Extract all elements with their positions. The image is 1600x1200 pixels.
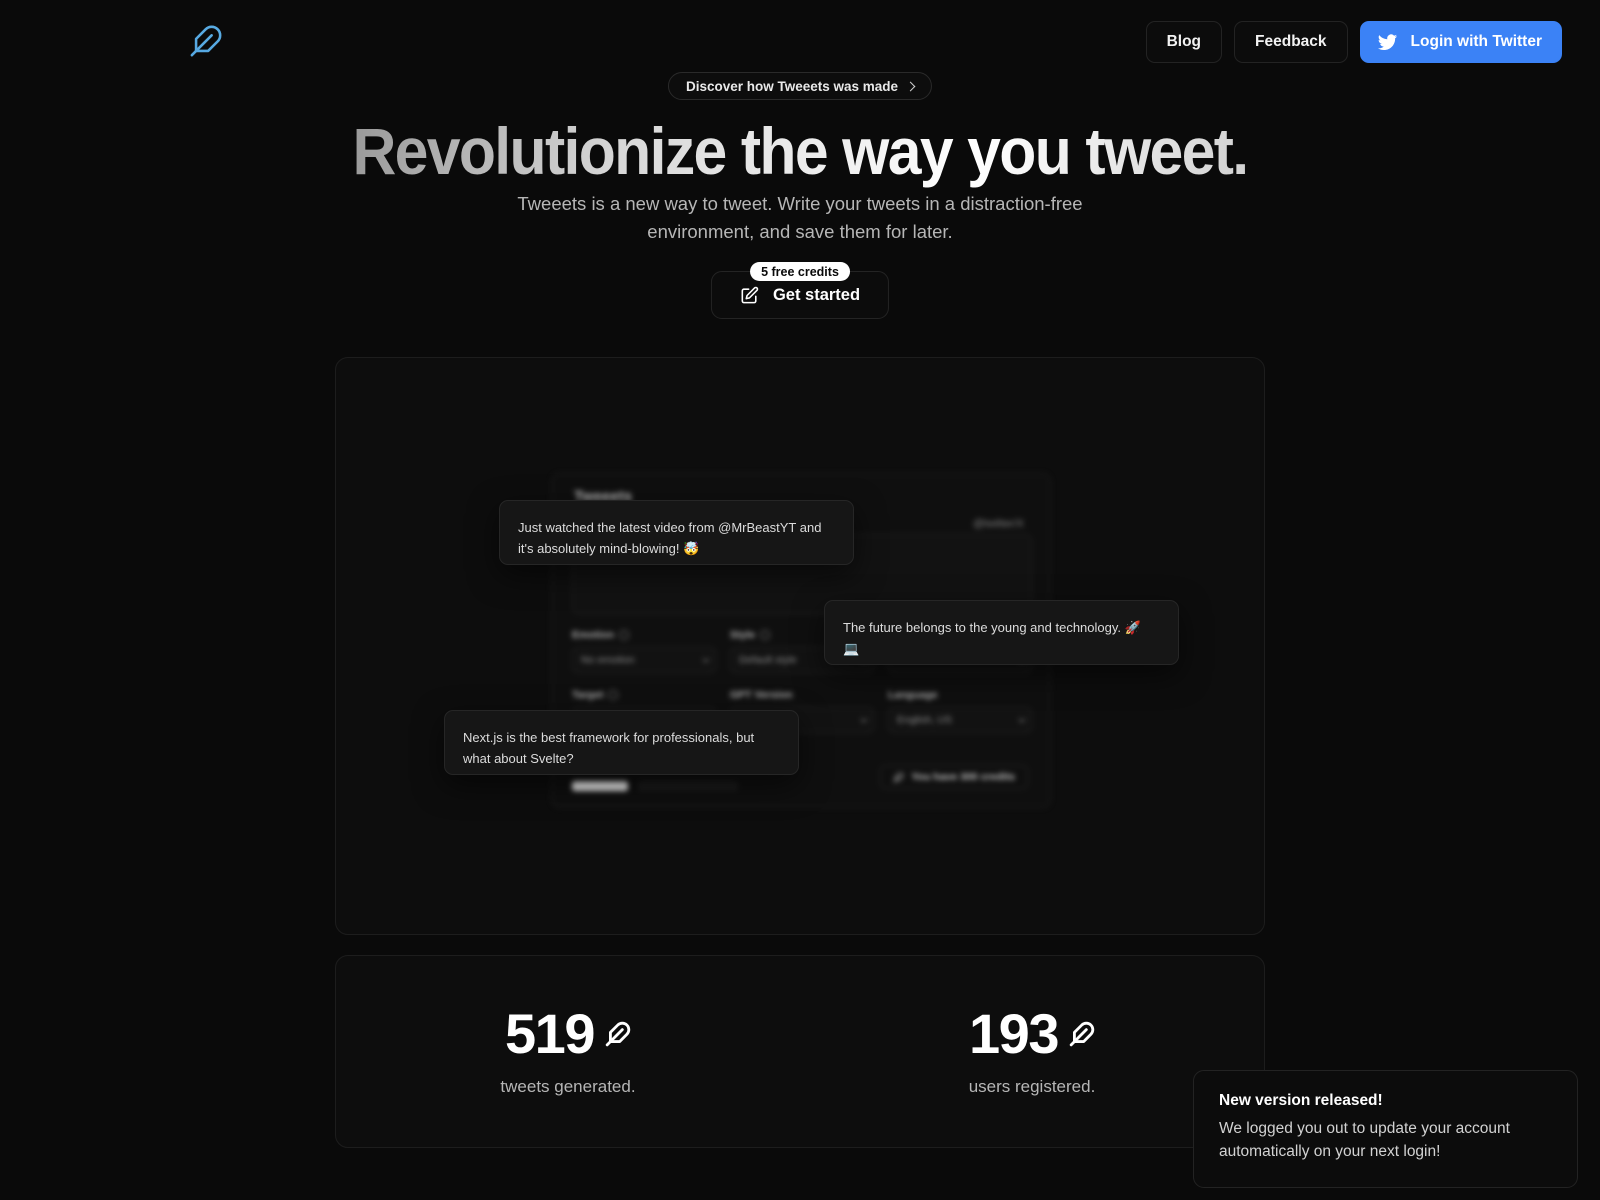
feather-logo-icon[interactable]	[186, 21, 226, 61]
header-nav: Blog Feedback Login with Twitter	[1145, 21, 1562, 63]
field-style-label: Style	[730, 629, 756, 641]
stat-number: 519	[505, 1002, 595, 1065]
field-target-label: Target	[572, 689, 604, 701]
app-credits-text: You have 300 credits	[911, 771, 1015, 783]
discover-link[interactable]: Discover how Tweeets was made	[667, 72, 933, 100]
field-language: Language English, US	[888, 689, 1032, 733]
twitter-bird-icon	[1377, 32, 1398, 53]
floating-tweet-card: Just watched the latest video from @MrBe…	[499, 500, 854, 565]
chevron-right-icon	[905, 81, 916, 91]
pencil-square-icon	[740, 286, 759, 305]
app-secondary-button[interactable]	[638, 781, 738, 791]
app-handle: @twitter/X	[973, 518, 1024, 530]
field-emotion: Emotion No emotion	[572, 629, 716, 673]
app-credits-badge: You have 300 credits	[880, 765, 1028, 789]
help-icon[interactable]	[760, 630, 771, 640]
login-with-twitter-label: Login with Twitter	[1410, 33, 1542, 50]
stat-value: 519	[505, 1006, 631, 1062]
help-icon[interactable]	[608, 690, 619, 700]
blog-button[interactable]: Blog	[1145, 21, 1223, 63]
cta-group: 5 free credits Get started	[710, 262, 890, 319]
page-title: Revolutionize the way you tweet.	[64, 113, 1536, 189]
stat-label: tweets generated.	[500, 1077, 636, 1096]
field-gpt-version-label: GPT Version	[730, 689, 793, 701]
floating-tweet-card: Next.js is the best framework for profes…	[444, 710, 799, 775]
toast-notification[interactable]: New version released! We logged you out …	[1193, 1070, 1578, 1188]
chevron-down-icon	[702, 655, 710, 663]
emotion-value: No emotion	[581, 654, 635, 666]
field-language-label: Language	[888, 689, 938, 701]
get-started-label: Get started	[772, 285, 861, 304]
feather-accent-icon	[605, 1021, 631, 1047]
app-submit-button[interactable]	[572, 781, 628, 791]
free-credits-badge: 5 free credits	[750, 262, 850, 281]
field-emotion-label: Emotion	[572, 629, 614, 641]
discover-label: Discover how Tweeets was made	[685, 78, 899, 94]
help-icon[interactable]	[619, 630, 629, 640]
toast-body: We logged you out to update your account…	[1219, 1120, 1510, 1160]
demo-preview-card: Tweeets @twitter/X Enter your tweet cont…	[335, 357, 1265, 935]
login-with-twitter-button[interactable]: Login with Twitter	[1359, 21, 1562, 63]
stat-number: 193	[969, 1002, 1059, 1065]
chevron-down-icon	[860, 715, 868, 723]
stat-label: users registered.	[968, 1077, 1096, 1096]
stat-value: 193	[969, 1006, 1095, 1062]
chevron-down-icon	[1018, 715, 1026, 723]
feedback-button[interactable]: Feedback	[1234, 21, 1348, 63]
feather-icon	[893, 771, 904, 783]
style-value: Default style	[739, 654, 797, 666]
floating-tweet-card: The future belongs to the young and tech…	[824, 600, 1179, 665]
emotion-select[interactable]: No emotion	[572, 647, 716, 673]
stat-tweets-generated: 519 tweets generated.	[336, 956, 800, 1147]
language-value: English, US	[897, 714, 952, 726]
hero-subtitle: Tweeets is a new way to tweet. Write you…	[517, 193, 1083, 242]
language-select[interactable]: English, US	[888, 707, 1032, 733]
toast-title: New version released!	[1219, 1092, 1383, 1109]
feather-accent-icon	[1069, 1021, 1095, 1047]
site-header: Blog Feedback Login with Twitter	[0, 0, 1600, 82]
stats-card: 519 tweets generated. 193 users register…	[335, 955, 1265, 1148]
